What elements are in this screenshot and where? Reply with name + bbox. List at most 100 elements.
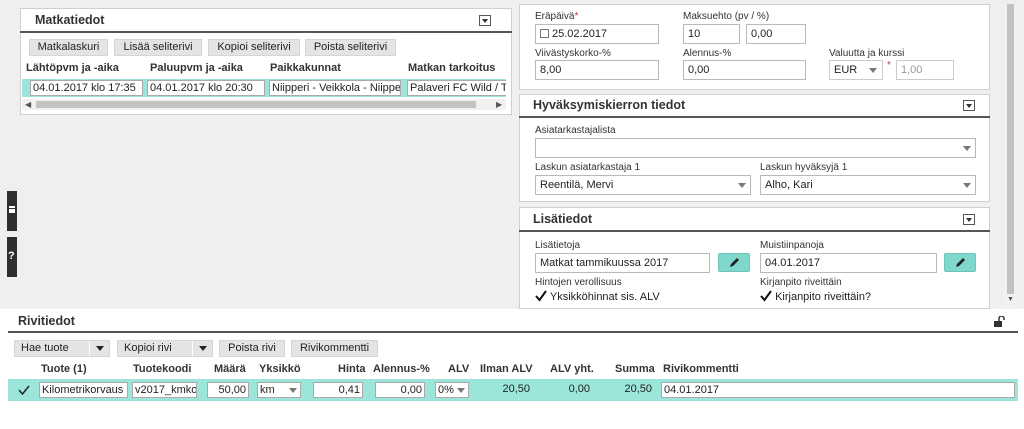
chevron-down-icon[interactable] [89,341,109,356]
row-comment-cell[interactable]: 04.01.2017 [661,382,1015,398]
late-interest-input[interactable]: 8,00 [535,60,659,80]
places-cell[interactable]: Niipperi - Veikkola - Niipperi [269,80,401,96]
approval-collapse-button[interactable] [963,100,975,111]
price-includes-vat-checkbox[interactable]: Yksikköhinnat sis. ALV [535,290,660,304]
invoice-approver-label: Laskun hyväksyjä 1 [760,162,848,173]
notes-label: Muistiinpanoja [760,240,824,251]
payment-terms-days-input[interactable]: 10 [683,24,740,44]
currency-label: Valuutta ja kurssi [829,48,905,59]
chevron-down-icon [963,146,971,151]
help-icon: ? [8,250,15,262]
col-vat: ALV [448,363,470,375]
chevron-down-icon [963,183,971,188]
product-cell[interactable]: Kilometrikorvaus [39,382,128,398]
invoice-checker-select[interactable]: Reentilä, Mervi [535,175,751,195]
col-unit: Yksikkö [259,363,301,375]
notes-input[interactable]: 04.01.2017 [760,253,937,273]
discount-label: Alennus-% [683,48,732,59]
scroll-thumb[interactable] [36,101,476,108]
edit-info-button[interactable] [718,253,750,272]
quantity-cell[interactable]: 50,00 [207,382,249,398]
copy-row-button[interactable]: Kopioi rivi [117,340,213,357]
col-places: Paikkakunnat [270,62,341,74]
col-price: Hinta [338,363,366,375]
col-purpose: Matkan tarkoitus [408,62,496,74]
scroll-thumb[interactable] [1007,4,1014,294]
pencil-icon [956,258,965,267]
late-interest-label: Viivästyskorko-% [535,48,611,59]
due-date-input[interactable]: 25.02.2017 [535,24,659,44]
scroll-down-icon[interactable]: ▼ [1007,296,1014,303]
due-date-label: Eräpäivä* [535,11,579,22]
col-product: Tuote (1) [41,363,87,375]
discount-input[interactable]: 0,00 [683,60,806,80]
net-amount: 20,50 [502,383,530,395]
col-sum: Summa [615,363,655,375]
vat-select[interactable]: 0% [435,382,469,398]
accounting-per-row-checkbox[interactable]: Kirjanpito riveittäin? [760,290,871,304]
extra-info-title-rule [519,230,990,232]
info-input[interactable]: Matkat tammikuussa 2017 [535,253,710,273]
required-marker: * [887,60,891,71]
approval-panel-title: Hyväksymiskierron tiedot [533,98,686,112]
extra-info-panel-title: Lisätiedot [533,212,593,226]
col-departure: Lähtöpvm ja -aika [26,62,119,74]
product-table-row[interactable]: Kilometrikorvaus v2017_kmkorv 50,00 km 0… [8,379,1018,401]
travel-collapse-button[interactable] [479,15,491,26]
col-row-comment: Rivikommentti [663,363,739,375]
col-net: Ilman ALV [480,363,533,375]
unit-select[interactable]: km [257,382,301,398]
invoice-approver-select[interactable]: Alho, Kari [760,175,976,195]
return-cell[interactable]: 04.01.2017 klo 20:30 [147,80,265,96]
checkmark-icon [18,385,30,395]
chevron-down-icon [869,68,877,73]
chevron-down-icon [457,388,465,393]
calendar-icon[interactable] [540,29,549,38]
extra-info-collapse-button[interactable] [963,214,975,225]
departure-cell[interactable]: 04.01.2017 klo 17:35 [30,80,143,96]
sidebar-help-tab[interactable]: ? [7,237,17,277]
currency-select[interactable]: EUR [829,60,883,80]
discount-cell[interactable]: 0,00 [375,382,425,398]
purpose-cell[interactable]: Palaveri FC Wild / Ta [407,80,506,96]
delete-description-row-button[interactable]: Poista seliterivi [305,39,396,56]
chevron-down-icon[interactable] [192,341,212,356]
fetch-product-button[interactable]: Hae tuote [14,340,110,357]
chevron-down-icon [738,183,746,188]
price-tax-label: Hintojen verollisuus [535,277,622,288]
row-details-title-rule [8,331,1018,333]
scroll-left-icon[interactable]: ◀ [25,100,31,109]
copy-description-row-button[interactable]: Kopioi seliterivi [208,39,300,56]
info-label: Lisätietoja [535,240,581,251]
sidebar-menu-tab[interactable] [7,191,17,231]
delete-row-button[interactable]: Poista rivi [219,340,285,357]
col-vat-total: ALV yht. [550,363,594,375]
pencil-icon [730,258,739,267]
edit-notes-button[interactable] [944,253,976,272]
accounting-per-row-label: Kirjanpito riveittäin [760,277,842,288]
sum-amount: 20,50 [624,383,652,395]
invoice-checker-label: Laskun asiatarkastaja 1 [535,162,641,173]
row-comment-button[interactable]: Rivikommentti [291,340,378,357]
checkmark-icon [760,290,772,302]
trip-calculator-button[interactable]: Matkalaskuri [29,39,108,56]
approval-title-rule [519,116,990,118]
product-code-cell[interactable]: v2017_kmkorv [132,382,197,398]
checker-list-select[interactable] [535,138,976,158]
unlock-icon[interactable] [993,315,1005,327]
vat-total-amount: 0,00 [568,383,590,395]
checker-list-label: Asiatarkastajalista [535,125,616,136]
payment-terms-percent-input[interactable]: 0,00 [746,24,806,44]
travel-horizontal-scrollbar[interactable]: ◀ ▶ [22,99,506,110]
travel-table-row[interactable]: 04.01.2017 klo 17:35 04.01.2017 klo 20:3… [22,79,506,97]
col-quantity: Määrä [214,363,246,375]
row-details-title: Rivitiedot [18,314,75,328]
main-vertical-scrollbar[interactable]: ▼ [1004,4,1017,308]
scroll-right-icon[interactable]: ▶ [496,100,502,109]
col-product-code: Tuotekoodi [133,363,192,375]
col-return: Paluupvm ja -aika [150,62,243,74]
exchange-rate-input[interactable]: 1,00 [896,60,954,80]
price-cell[interactable]: 0,41 [313,382,363,398]
travel-panel-title: Matkatiedot [35,13,105,27]
add-description-row-button[interactable]: Lisää seliterivi [114,39,202,56]
